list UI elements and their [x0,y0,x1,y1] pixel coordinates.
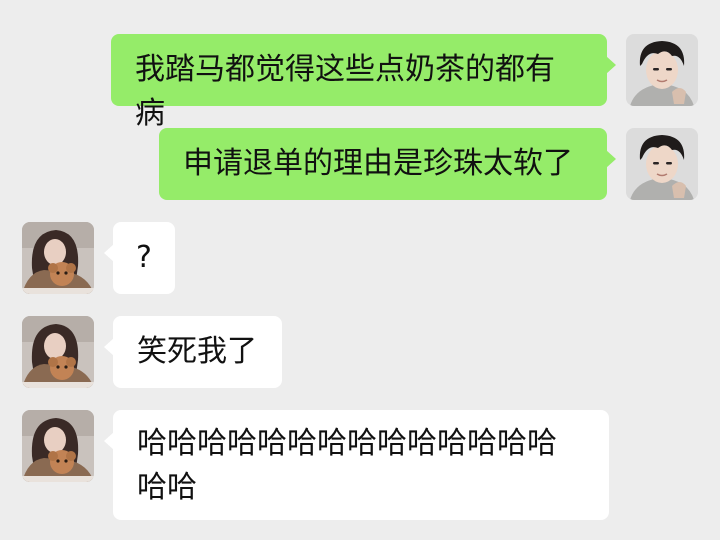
message-text: 哈哈哈哈哈哈哈哈哈哈哈哈哈哈哈哈 [137,426,557,505]
bubble-tail [606,150,616,168]
message-text: 申请退单的理由是珍珠太软了 [183,146,573,181]
girl-with-dog-avatar-icon [22,410,94,482]
friend-avatar[interactable] [22,222,94,294]
chat-bubble-sent[interactable]: 我踏马都觉得这些点奶茶的都有病 [111,34,616,131]
bubble-tail [104,338,114,356]
message-text: ? [136,240,152,275]
bubble-tail [104,432,114,450]
girl-with-dog-avatar-icon [22,316,94,388]
chat-bubble-sent[interactable]: 申请退单的理由是珍珠太软了 [159,128,616,200]
my-avatar[interactable] [626,128,698,200]
message-text: 笑死我了 [137,334,257,369]
chat-bubble-received[interactable]: 笑死我了 [104,316,282,388]
chat-bubble-received[interactable]: ? [104,222,175,294]
friend-avatar[interactable] [22,316,94,388]
boy-avatar-icon [626,34,698,106]
girl-with-dog-avatar-icon [22,222,94,294]
bubble-tail [606,56,616,74]
friend-avatar[interactable] [22,410,94,482]
my-avatar[interactable] [626,34,698,106]
boy-avatar-icon [626,128,698,200]
bubble-tail [104,244,114,262]
message-text: 我踏马都觉得这些点奶茶的都有病 [135,52,555,131]
chat-bubble-received[interactable]: 哈哈哈哈哈哈哈哈哈哈哈哈哈哈哈哈 [104,410,609,520]
